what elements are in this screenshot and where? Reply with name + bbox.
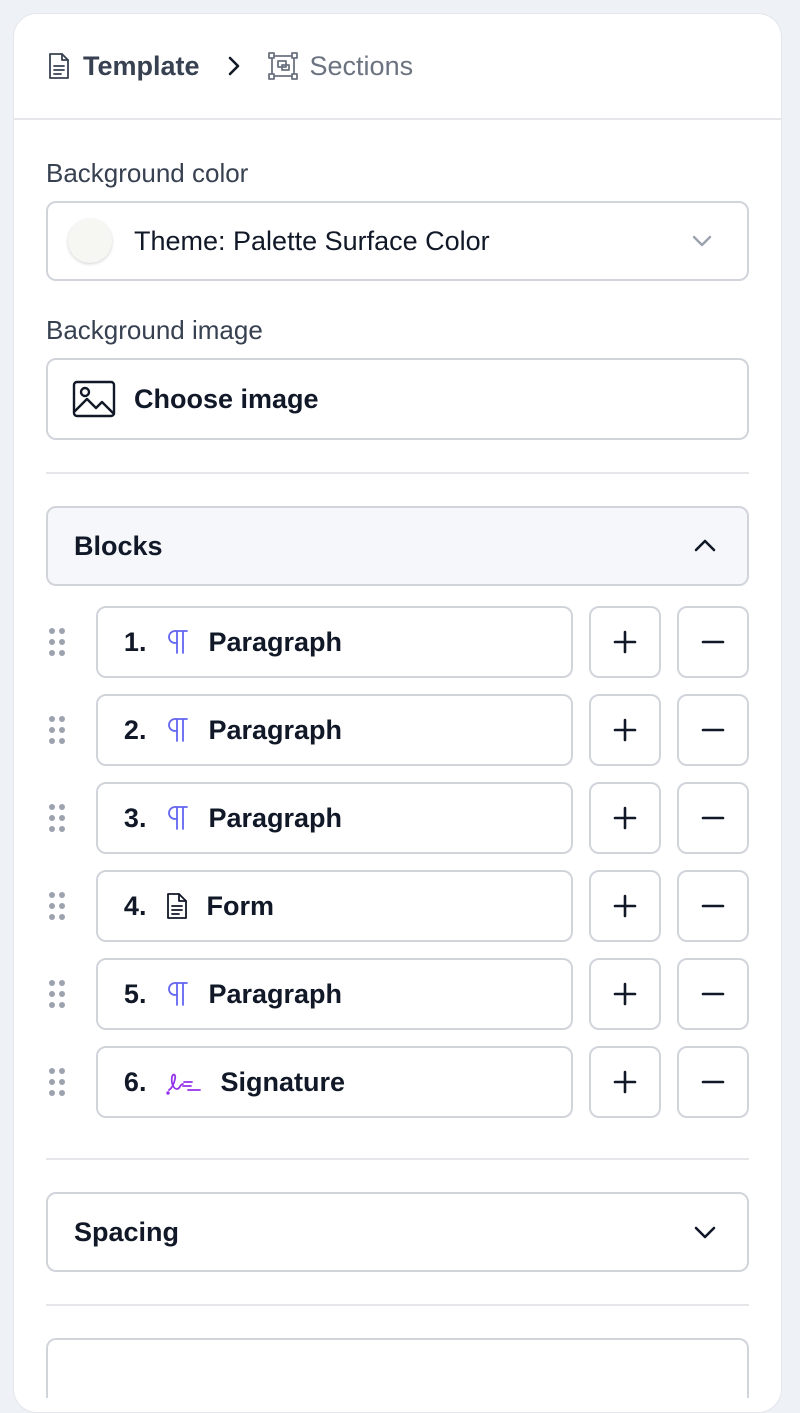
- plus-icon: [613, 1070, 637, 1094]
- plus-icon: [613, 806, 637, 830]
- minus-icon: [701, 1070, 725, 1094]
- breadcrumb-template-label: Template: [83, 50, 200, 81]
- remove-block-button[interactable]: [677, 694, 749, 766]
- add-block-button[interactable]: [589, 782, 662, 854]
- color-swatch: [68, 219, 112, 263]
- add-block-button[interactable]: [589, 1046, 662, 1118]
- blocks-accordion-header[interactable]: Blocks: [46, 506, 749, 586]
- plus-icon: [613, 718, 637, 742]
- block-item[interactable]: 2. Paragraph: [95, 694, 574, 766]
- divider: [46, 1304, 749, 1306]
- breadcrumb-sections[interactable]: Sections: [267, 50, 414, 82]
- block-number: 3.: [123, 802, 147, 833]
- drag-handle-icon[interactable]: [46, 627, 96, 657]
- divider: [46, 472, 749, 474]
- remove-block-button[interactable]: [677, 782, 749, 854]
- block-row: 3. Paragraph: [46, 782, 749, 854]
- minus-icon: [701, 630, 725, 654]
- block-item[interactable]: 6. Signature: [95, 1046, 574, 1118]
- block-row: 5. Paragraph: [46, 958, 749, 1030]
- block-number: 6.: [123, 1066, 147, 1097]
- add-block-button[interactable]: [589, 606, 662, 678]
- drag-handle-icon[interactable]: [46, 979, 96, 1009]
- background-color-select[interactable]: Theme: Palette Surface Color: [46, 201, 749, 281]
- remove-block-button[interactable]: [677, 606, 749, 678]
- signature-icon: [166, 1068, 202, 1096]
- block-row: 1. Paragraph: [46, 606, 749, 678]
- block-row: 2. Paragraph: [46, 694, 749, 766]
- chevron-up-icon: [693, 539, 717, 553]
- spacing-title: Spacing: [74, 1216, 180, 1247]
- block-item[interactable]: 1. Paragraph: [95, 606, 574, 678]
- paragraph-icon: [166, 716, 190, 744]
- minus-icon: [701, 894, 725, 918]
- breadcrumb-sections-label: Sections: [309, 50, 414, 81]
- chevron-down-icon: [693, 1225, 717, 1239]
- block-label: Paragraph: [208, 714, 343, 745]
- block-number: 1.: [123, 626, 147, 657]
- add-block-button[interactable]: [589, 694, 662, 766]
- drag-handle-icon[interactable]: [46, 891, 96, 921]
- block-number: 4.: [123, 890, 147, 921]
- minus-icon: [701, 982, 725, 1006]
- block-label: Paragraph: [208, 802, 343, 833]
- image-icon: [72, 380, 116, 418]
- drag-handle-icon[interactable]: [46, 1067, 96, 1097]
- paragraph-icon: [166, 804, 190, 832]
- block-row: 6. Signature: [46, 1046, 749, 1118]
- blocks-title: Blocks: [74, 530, 163, 561]
- background-color-label: Background color: [46, 158, 249, 188]
- block-item[interactable]: 3. Paragraph: [95, 782, 574, 854]
- next-accordion-header[interactable]: [46, 1338, 749, 1398]
- remove-block-button[interactable]: [677, 1046, 749, 1118]
- block-row: 4. Form: [46, 870, 749, 942]
- background-color-value: Theme: Palette Surface Color: [134, 225, 490, 256]
- breadcrumb: Template Sections: [14, 14, 781, 120]
- block-list: 1. Paragraph 2. Paragraph 3. Paragraph 4. Form 5…: [46, 606, 749, 1118]
- block-label: Form: [206, 890, 274, 921]
- settings-panel: Template Sections Background color Theme…: [13, 13, 782, 1413]
- sections-icon: [267, 52, 298, 80]
- breadcrumb-template[interactable]: Template: [47, 51, 200, 82]
- block-label: Signature: [220, 1066, 345, 1097]
- choose-image-button[interactable]: Choose image: [46, 358, 749, 440]
- block-number: 2.: [123, 714, 147, 745]
- background-image-label: Background image: [46, 315, 263, 345]
- minus-icon: [701, 718, 725, 742]
- block-label: Paragraph: [208, 626, 343, 657]
- plus-icon: [613, 982, 637, 1006]
- add-block-button[interactable]: [589, 870, 662, 942]
- block-item[interactable]: 4. Form: [95, 870, 574, 942]
- block-number: 5.: [123, 978, 147, 1009]
- spacing-accordion-header[interactable]: Spacing: [46, 1192, 749, 1272]
- divider: [46, 1158, 749, 1160]
- remove-block-button[interactable]: [677, 958, 749, 1030]
- chevron-down-icon: [691, 234, 713, 248]
- paragraph-icon: [166, 980, 190, 1008]
- plus-icon: [613, 894, 637, 918]
- document-icon: [166, 892, 188, 920]
- remove-block-button[interactable]: [677, 870, 749, 942]
- plus-icon: [613, 630, 637, 654]
- document-icon: [47, 52, 71, 80]
- chevron-right-icon: [226, 55, 242, 77]
- paragraph-icon: [166, 628, 190, 656]
- minus-icon: [701, 806, 725, 830]
- add-block-button[interactable]: [589, 958, 662, 1030]
- choose-image-label: Choose image: [134, 383, 319, 414]
- block-label: Paragraph: [208, 978, 343, 1009]
- drag-handle-icon[interactable]: [46, 803, 96, 833]
- block-item[interactable]: 5. Paragraph: [95, 958, 574, 1030]
- drag-handle-icon[interactable]: [46, 715, 96, 745]
